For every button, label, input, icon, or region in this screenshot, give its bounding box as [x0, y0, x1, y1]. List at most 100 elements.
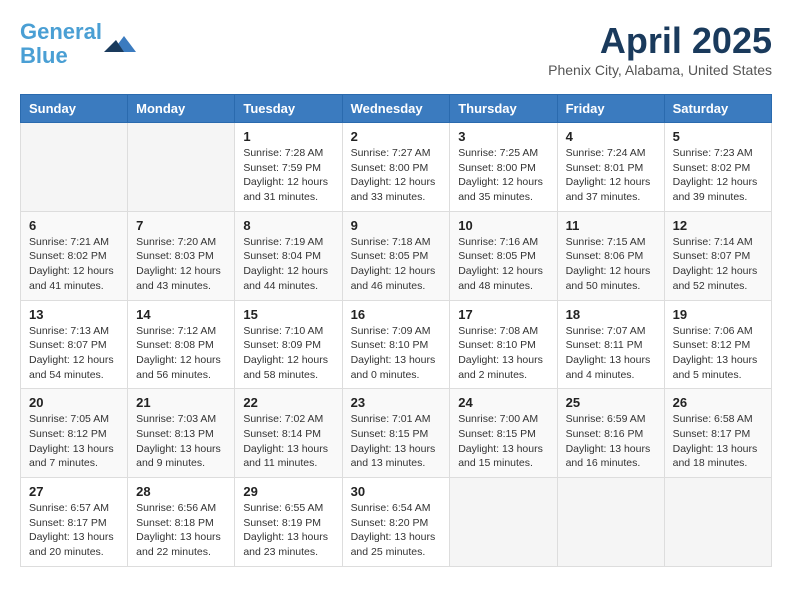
- calendar-cell: [128, 123, 235, 212]
- day-number: 24: [458, 395, 548, 410]
- calendar-cell: 29 Sunrise: 6:55 AM Sunset: 8:19 PM Dayli…: [235, 478, 342, 567]
- day-info: Sunrise: 6:59 AM Sunset: 8:16 PM Dayligh…: [566, 412, 656, 471]
- day-info: Sunrise: 7:25 AM Sunset: 8:00 PM Dayligh…: [458, 146, 548, 205]
- calendar-week-row: 20 Sunrise: 7:05 AM Sunset: 8:12 PM Dayli…: [21, 389, 772, 478]
- day-number: 21: [136, 395, 226, 410]
- day-number: 11: [566, 218, 656, 233]
- day-number: 26: [673, 395, 763, 410]
- logo-icon: [104, 28, 136, 60]
- day-info: Sunrise: 7:28 AM Sunset: 7:59 PM Dayligh…: [243, 146, 333, 205]
- day-number: 17: [458, 307, 548, 322]
- day-info: Sunrise: 7:00 AM Sunset: 8:15 PM Dayligh…: [458, 412, 548, 471]
- calendar-cell: 16 Sunrise: 7:09 AM Sunset: 8:10 PM Dayli…: [342, 300, 450, 389]
- calendar-cell: [664, 478, 771, 567]
- calendar-cell: 22 Sunrise: 7:02 AM Sunset: 8:14 PM Dayli…: [235, 389, 342, 478]
- day-number: 20: [29, 395, 119, 410]
- calendar-cell: 11 Sunrise: 7:15 AM Sunset: 8:06 PM Dayli…: [557, 211, 664, 300]
- day-info: Sunrise: 6:54 AM Sunset: 8:20 PM Dayligh…: [351, 501, 442, 560]
- title-block: April 2025 Phenix City, Alabama, United …: [548, 20, 772, 78]
- day-number: 22: [243, 395, 333, 410]
- calendar-cell: [450, 478, 557, 567]
- day-info: Sunrise: 6:57 AM Sunset: 8:17 PM Dayligh…: [29, 501, 119, 560]
- weekday-header: Wednesday: [342, 95, 450, 123]
- day-number: 13: [29, 307, 119, 322]
- calendar-cell: 6Sunrise: 7:21 AM Sunset: 8:02 PM Daylig…: [21, 211, 128, 300]
- calendar-cell: 7Sunrise: 7:20 AM Sunset: 8:03 PM Daylig…: [128, 211, 235, 300]
- calendar-cell: 18 Sunrise: 7:07 AM Sunset: 8:11 PM Dayli…: [557, 300, 664, 389]
- day-number: 1: [243, 129, 333, 144]
- calendar-cell: 10 Sunrise: 7:16 AM Sunset: 8:05 PM Dayli…: [450, 211, 557, 300]
- day-number: 16: [351, 307, 442, 322]
- day-info: Sunrise: 7:02 AM Sunset: 8:14 PM Dayligh…: [243, 412, 333, 471]
- day-number: 9: [351, 218, 442, 233]
- calendar-cell: 12Sunrise: 7:14 AM Sunset: 8:07 PM Dayli…: [664, 211, 771, 300]
- day-info: Sunrise: 7:16 AM Sunset: 8:05 PM Dayligh…: [458, 235, 548, 294]
- weekday-header: Monday: [128, 95, 235, 123]
- calendar-cell: [21, 123, 128, 212]
- calendar-cell: 20 Sunrise: 7:05 AM Sunset: 8:12 PM Dayli…: [21, 389, 128, 478]
- day-info: Sunrise: 7:07 AM Sunset: 8:11 PM Dayligh…: [566, 324, 656, 383]
- day-number: 30: [351, 484, 442, 499]
- day-number: 10: [458, 218, 548, 233]
- day-number: 2: [351, 129, 442, 144]
- calendar-cell: 17Sunrise: 7:08 AM Sunset: 8:10 PM Dayli…: [450, 300, 557, 389]
- day-info: Sunrise: 7:24 AM Sunset: 8:01 PM Dayligh…: [566, 146, 656, 205]
- calendar-week-row: 1 Sunrise: 7:28 AM Sunset: 7:59 PM Daylig…: [21, 123, 772, 212]
- calendar-cell: 13 Sunrise: 7:13 AM Sunset: 8:07 PM Dayli…: [21, 300, 128, 389]
- day-number: 29: [243, 484, 333, 499]
- page-header: GeneralBlue April 2025 Phenix City, Alab…: [20, 20, 772, 78]
- calendar-week-row: 27 Sunrise: 6:57 AM Sunset: 8:17 PM Dayli…: [21, 478, 772, 567]
- calendar-cell: 5 Sunrise: 7:23 AM Sunset: 8:02 PM Daylig…: [664, 123, 771, 212]
- day-number: 25: [566, 395, 656, 410]
- location: Phenix City, Alabama, United States: [548, 62, 772, 78]
- logo-text: GeneralBlue: [20, 20, 102, 68]
- calendar-cell: 14Sunrise: 7:12 AM Sunset: 8:08 PM Dayli…: [128, 300, 235, 389]
- day-info: Sunrise: 7:01 AM Sunset: 8:15 PM Dayligh…: [351, 412, 442, 471]
- day-number: 3: [458, 129, 548, 144]
- day-info: Sunrise: 6:55 AM Sunset: 8:19 PM Dayligh…: [243, 501, 333, 560]
- day-number: 23: [351, 395, 442, 410]
- day-info: Sunrise: 7:03 AM Sunset: 8:13 PM Dayligh…: [136, 412, 226, 471]
- day-info: Sunrise: 6:58 AM Sunset: 8:17 PM Dayligh…: [673, 412, 763, 471]
- calendar-week-row: 13 Sunrise: 7:13 AM Sunset: 8:07 PM Dayli…: [21, 300, 772, 389]
- calendar-cell: 3 Sunrise: 7:25 AM Sunset: 8:00 PM Daylig…: [450, 123, 557, 212]
- weekday-header: Saturday: [664, 95, 771, 123]
- calendar-header-row: SundayMondayTuesdayWednesdayThursdayFrid…: [21, 95, 772, 123]
- day-number: 18: [566, 307, 656, 322]
- day-number: 27: [29, 484, 119, 499]
- day-number: 6: [29, 218, 119, 233]
- day-number: 28: [136, 484, 226, 499]
- day-number: 5: [673, 129, 763, 144]
- day-info: Sunrise: 7:15 AM Sunset: 8:06 PM Dayligh…: [566, 235, 656, 294]
- day-number: 19: [673, 307, 763, 322]
- day-info: Sunrise: 7:23 AM Sunset: 8:02 PM Dayligh…: [673, 146, 763, 205]
- calendar-cell: 30 Sunrise: 6:54 AM Sunset: 8:20 PM Dayli…: [342, 478, 450, 567]
- day-info: Sunrise: 6:56 AM Sunset: 8:18 PM Dayligh…: [136, 501, 226, 560]
- weekday-header: Sunday: [21, 95, 128, 123]
- day-info: Sunrise: 7:09 AM Sunset: 8:10 PM Dayligh…: [351, 324, 442, 383]
- weekday-header: Friday: [557, 95, 664, 123]
- day-number: 8: [243, 218, 333, 233]
- calendar-cell: 4Sunrise: 7:24 AM Sunset: 8:01 PM Daylig…: [557, 123, 664, 212]
- day-info: Sunrise: 7:27 AM Sunset: 8:00 PM Dayligh…: [351, 146, 442, 205]
- calendar-cell: 25 Sunrise: 6:59 AM Sunset: 8:16 PM Dayli…: [557, 389, 664, 478]
- day-number: 12: [673, 218, 763, 233]
- day-number: 15: [243, 307, 333, 322]
- calendar-table: SundayMondayTuesdayWednesdayThursdayFrid…: [20, 94, 772, 567]
- calendar-cell: 27 Sunrise: 6:57 AM Sunset: 8:17 PM Dayli…: [21, 478, 128, 567]
- day-number: 14: [136, 307, 226, 322]
- calendar-cell: 19Sunrise: 7:06 AM Sunset: 8:12 PM Dayli…: [664, 300, 771, 389]
- day-info: Sunrise: 7:18 AM Sunset: 8:05 PM Dayligh…: [351, 235, 442, 294]
- calendar-cell: 23 Sunrise: 7:01 AM Sunset: 8:15 PM Dayli…: [342, 389, 450, 478]
- calendar-cell: 21 Sunrise: 7:03 AM Sunset: 8:13 PM Dayli…: [128, 389, 235, 478]
- calendar-cell: 2 Sunrise: 7:27 AM Sunset: 8:00 PM Daylig…: [342, 123, 450, 212]
- calendar-cell: 28 Sunrise: 6:56 AM Sunset: 8:18 PM Dayli…: [128, 478, 235, 567]
- month-title: April 2025: [548, 20, 772, 62]
- calendar-cell: [557, 478, 664, 567]
- calendar-cell: 26 Sunrise: 6:58 AM Sunset: 8:17 PM Dayli…: [664, 389, 771, 478]
- day-info: Sunrise: 7:05 AM Sunset: 8:12 PM Dayligh…: [29, 412, 119, 471]
- day-info: Sunrise: 7:13 AM Sunset: 8:07 PM Dayligh…: [29, 324, 119, 383]
- calendar-cell: 24 Sunrise: 7:00 AM Sunset: 8:15 PM Dayli…: [450, 389, 557, 478]
- calendar-week-row: 6Sunrise: 7:21 AM Sunset: 8:02 PM Daylig…: [21, 211, 772, 300]
- day-number: 7: [136, 218, 226, 233]
